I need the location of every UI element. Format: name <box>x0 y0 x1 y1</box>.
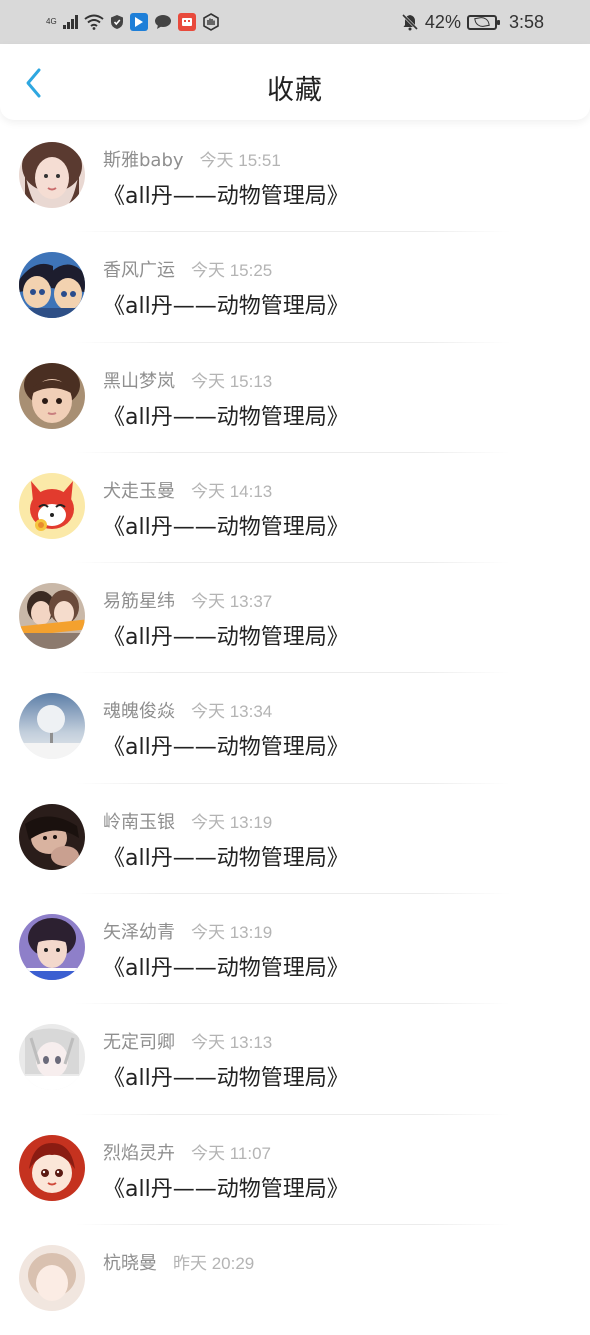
user-name[interactable]: 魂魄俊焱 <box>103 697 175 723</box>
shield-icon <box>110 14 124 30</box>
status-bar: 4G 42% 3:58 <box>0 0 590 44</box>
list-item[interactable]: 易筋星纬 今天 13:37 《all丹——动物管理局》 <box>0 563 590 674</box>
avatar[interactable] <box>19 1134 85 1201</box>
user-name[interactable]: 香风广运 <box>103 256 175 282</box>
avatar[interactable] <box>19 472 85 539</box>
list-item[interactable]: 矢泽幼青 今天 13:19 《all丹——动物管理局》 <box>0 894 590 1005</box>
avatar[interactable] <box>19 803 85 870</box>
favorites-list: 斯雅baby 今天 15:51 《all丹——动物管理局》 香风广运 今天 15:2… <box>0 122 590 1335</box>
avatar[interactable] <box>19 252 85 319</box>
favorite-title[interactable]: 《all丹——动物管理局》 <box>103 399 349 431</box>
avatar[interactable] <box>19 693 85 760</box>
user-name[interactable]: 烈焰灵卉 <box>103 1139 175 1165</box>
timestamp: 今天 13:37 <box>191 592 273 612</box>
list-item[interactable]: 岭南玉银 今天 13:19 《all丹——动物管理局》 <box>0 784 590 895</box>
list-item[interactable]: 无定司卿 今天 13:13 《all丹——动物管理局》 <box>0 1004 590 1115</box>
wifi-icon <box>84 14 104 30</box>
favorite-title[interactable]: 《all丹——动物管理局》 <box>103 288 349 320</box>
list-item[interactable]: 犬走玉曼 今天 14:13 《all丹——动物管理局》 <box>0 453 590 564</box>
timestamp: 今天 13:19 <box>191 923 273 943</box>
nav-header: 收藏 <box>0 44 590 120</box>
timestamp: 今天 11:07 <box>191 1143 272 1163</box>
list-item[interactable]: 黑山梦岚 今天 15:13 《all丹——动物管理局》 <box>0 343 590 453</box>
user-name[interactable]: 矢泽幼青 <box>103 918 175 944</box>
favorite-title[interactable]: 《all丹——动物管理局》 <box>103 840 349 872</box>
favorite-title[interactable]: 《all丹——动物管理局》 <box>103 729 349 761</box>
mute-icon <box>401 13 419 31</box>
list-item[interactable]: 魂魄俊焱 今天 13:34 《all丹——动物管理局》 <box>0 673 590 784</box>
battery-icon <box>466 14 500 30</box>
network-type: 4G <box>46 17 57 26</box>
avatar[interactable] <box>19 1024 85 1091</box>
user-name[interactable]: 黑山梦岚 <box>103 367 175 393</box>
timestamp: 昨天 20:29 <box>173 1253 255 1273</box>
app-icon <box>177 13 196 31</box>
avatar[interactable] <box>19 142 85 208</box>
avatar[interactable] <box>19 1244 85 1311</box>
timestamp: 今天 15:51 <box>199 151 281 170</box>
user-name[interactable]: 易筋星纬 <box>103 587 175 613</box>
timestamp: 今天 15:13 <box>191 371 273 391</box>
list-item[interactable]: 烈焰灵卉 今天 11:07 《all丹——动物管理局》 <box>0 1115 590 1225</box>
clock: 3:58 <box>508 11 544 32</box>
user-name[interactable]: 犬走玉曼 <box>103 477 175 503</box>
favorite-title[interactable]: 《all丹——动物管理局》 <box>103 950 349 982</box>
status-right: 42% 3:58 <box>401 12 544 33</box>
list-item[interactable]: 香风广运 今天 15:25 《all丹——动物管理局》 <box>0 232 590 343</box>
user-name[interactable]: 岭南玉银 <box>103 808 175 834</box>
timestamp: 今天 15:25 <box>191 261 273 281</box>
hand-icon <box>202 13 220 31</box>
user-name[interactable]: 斯雅baby <box>103 146 184 172</box>
timestamp: 今天 14:13 <box>191 481 273 501</box>
user-name[interactable]: 无定司卿 <box>103 1028 175 1054</box>
favorite-title[interactable]: 《all丹——动物管理局》 <box>103 1171 349 1203</box>
favorite-title[interactable]: 《all丹——动物管理局》 <box>103 619 349 651</box>
status-left: 4G <box>46 13 220 31</box>
favorite-title[interactable]: 《all丹——动物管理局》 <box>103 178 349 210</box>
page-title: 收藏 <box>267 75 323 106</box>
avatar[interactable] <box>19 583 85 650</box>
avatar[interactable] <box>19 362 85 429</box>
battery-percent: 42% <box>424 11 461 32</box>
timestamp: 今天 13:34 <box>191 702 273 722</box>
favorite-title[interactable]: 《all丹——动物管理局》 <box>103 509 349 541</box>
chat-icon <box>154 14 172 30</box>
user-name[interactable]: 杭晓曼 <box>103 1249 157 1275</box>
list-item[interactable]: 斯雅baby 今天 15:51 《all丹——动物管理局》 <box>0 122 590 233</box>
timestamp: 今天 13:19 <box>191 812 273 832</box>
avatar[interactable] <box>19 914 85 981</box>
app-icon <box>129 13 148 31</box>
favorite-title[interactable]: 《all丹——动物管理局》 <box>103 1060 349 1092</box>
timestamp: 今天 13:13 <box>191 1033 273 1053</box>
signal-icon <box>62 15 78 29</box>
